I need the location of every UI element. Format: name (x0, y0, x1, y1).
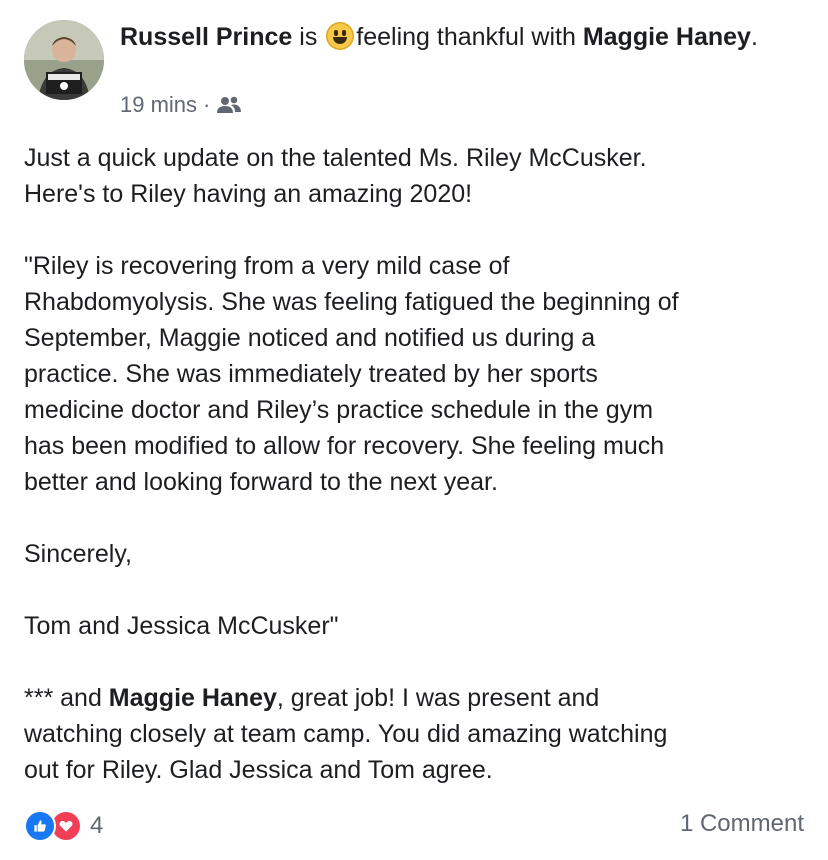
paragraph-intro: Just a quick update on the talented Ms. … (24, 144, 647, 208)
tagged-name[interactable]: Maggie Haney (583, 23, 751, 51)
paragraph-signature: Tom and Jessica McCusker" (24, 612, 339, 640)
meta-separator: · (203, 92, 211, 117)
post-footer: 4 1 Comment (24, 808, 804, 848)
timestamp[interactable]: 19 mins (120, 92, 197, 118)
friends-icon[interactable] (216, 95, 242, 115)
headline-period: . (750, 23, 758, 51)
paragraph-closing-prefix: *** and (24, 684, 109, 712)
smiling-emoji-icon (326, 22, 355, 50)
comments-link[interactable]: 1 Comment (680, 810, 804, 838)
reaction-count: 4 (90, 812, 104, 839)
like-reaction-icon (24, 810, 56, 842)
post-headline: Russell Prince is feeling thankful with … (120, 20, 810, 54)
is-word: is (299, 23, 318, 51)
avatar[interactable] (24, 20, 104, 100)
feeling-text: feeling thankful with (356, 23, 576, 51)
paragraph-signoff: Sincerely, (24, 540, 132, 568)
paragraph-quote: "Riley is recovering from a very mild ca… (24, 252, 679, 496)
author-name[interactable]: Russell Prince (120, 23, 292, 51)
post-body: Just a quick update on the talented Ms. … (24, 140, 814, 788)
mentioned-name[interactable]: Maggie Haney (109, 684, 277, 712)
reactions-summary[interactable]: 4 (24, 810, 103, 842)
post-meta: 19 mins · (120, 92, 242, 118)
